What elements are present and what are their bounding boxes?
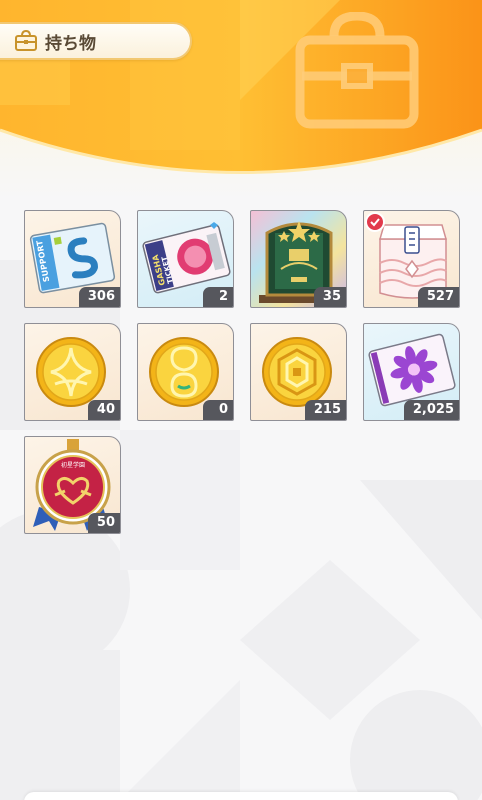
item-medal[interactable]: 初星学園 50 [24, 436, 121, 534]
bottom-panel [24, 792, 458, 800]
header: 持ち物 [0, 0, 482, 200]
page-title-text: 持ち物 [45, 33, 96, 54]
item-grid: SUPPORT 306 GASHA TICKET 2 35 527 40 0 2… [24, 210, 460, 534]
item-gift-box[interactable]: 527 [363, 210, 460, 308]
clock-icon [365, 212, 385, 232]
item-count: 50 [87, 513, 120, 533]
item-count: 35 [313, 287, 346, 307]
page-title: 持ち物 [0, 22, 192, 60]
item-loop-coin[interactable]: 0 [137, 323, 234, 421]
bag-icon [295, 12, 419, 129]
item-gacha-ticket[interactable]: GASHA TICKET 2 [137, 210, 234, 308]
item-count: 2 [203, 287, 233, 307]
item-count: 0 [203, 400, 233, 420]
item-flower-card[interactable]: 2,025 [363, 323, 460, 421]
item-count: 215 [304, 400, 346, 420]
item-count: 306 [78, 287, 120, 307]
item-gate-trophy[interactable]: 35 [250, 210, 347, 308]
item-star-coin[interactable]: 40 [24, 323, 121, 421]
bag-icon [15, 30, 37, 51]
item-count: 2,025 [403, 400, 459, 420]
item-support-ticket[interactable]: SUPPORT 306 [24, 210, 121, 308]
item-count: 527 [417, 287, 459, 307]
item-hex-coin[interactable]: 215 [250, 323, 347, 421]
item-count: 40 [87, 400, 120, 420]
svg-text:初星学園: 初星学園 [61, 461, 85, 469]
